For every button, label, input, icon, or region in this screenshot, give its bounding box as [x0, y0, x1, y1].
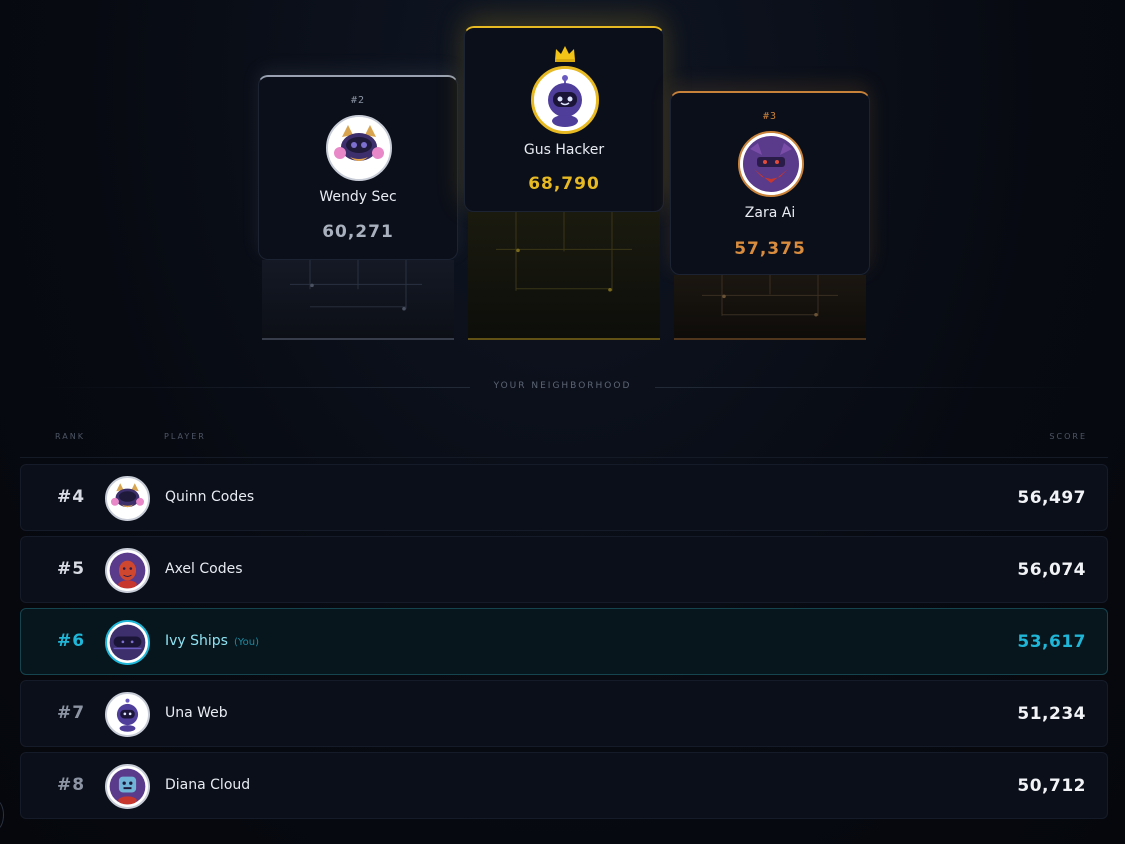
podium-base-second — [262, 260, 454, 340]
podium: #2 Wendy Sec 60,271 Gus Hacker 68,790 #3… — [0, 0, 1125, 360]
row-player-name: Una Web — [165, 705, 228, 721]
player-name-text: Ivy Ships — [165, 633, 228, 649]
podium-card-second[interactable]: #2 Wendy Sec 60,271 — [258, 75, 458, 260]
demon-avatar — [105, 548, 150, 593]
podium-player-name: Gus Hacker — [523, 142, 605, 158]
row-score: 53,617 — [1017, 632, 1086, 652]
row-score: 51,234 — [1017, 704, 1086, 724]
podium-card-third[interactable]: #3 Zara Ai 57,375 — [670, 91, 870, 275]
robot-avatar — [531, 66, 599, 134]
podium-player-score: 68,790 — [528, 174, 600, 194]
row-score: 56,074 — [1017, 560, 1086, 580]
row-rank: #7 — [56, 703, 86, 723]
table-row[interactable]: #4 Quinn Codes 56,497 — [20, 464, 1108, 531]
podium-player-name: Wendy Sec — [319, 189, 397, 205]
podium-player-name: Zara Ai — [744, 205, 796, 221]
table-row[interactable]: #8 Diana Cloud 50,712 — [20, 752, 1108, 819]
podium-rank-label: #2 — [350, 95, 366, 106]
podium-card-first[interactable]: Gus Hacker 68,790 — [464, 26, 664, 212]
row-player-name: Diana Cloud — [165, 777, 251, 793]
robot-avatar — [105, 692, 150, 737]
crown-icon — [555, 46, 575, 62]
podium-player-score: 60,271 — [322, 222, 394, 242]
scroll-handle[interactable] — [0, 800, 4, 830]
header-player: PLAYER — [164, 432, 206, 441]
row-rank: #4 — [56, 487, 86, 507]
helmet-avatar — [105, 620, 150, 665]
section-label: YOUR NEIGHBORHOOD — [493, 381, 632, 391]
row-score: 56,497 — [1017, 488, 1086, 508]
podium-rank-label: #3 — [762, 111, 778, 122]
row-player-name: Quinn Codes — [165, 489, 255, 505]
divider-line — [655, 387, 1085, 388]
table-row-current-user[interactable]: #6 Ivy Ships (You) 53,617 — [20, 608, 1108, 675]
row-player-name: Ivy Ships (You) — [165, 633, 259, 649]
section-divider: YOUR NEIGHBORHOOD — [40, 380, 1085, 394]
table-row[interactable]: #5 Axel Codes 56,074 — [20, 536, 1108, 603]
row-player-name: Axel Codes — [165, 561, 243, 577]
table-header: RANK PLAYER SCORE — [20, 430, 1108, 458]
header-score: SCORE — [1049, 432, 1087, 441]
cyborg-avatar — [105, 764, 150, 809]
row-rank: #5 — [56, 559, 86, 579]
header-rank: RANK — [55, 432, 85, 441]
ninja-avatar — [738, 131, 804, 197]
alien-cat-avatar — [326, 115, 392, 181]
you-tag: (You) — [233, 637, 260, 648]
row-rank: #8 — [56, 775, 86, 795]
podium-base-first — [468, 212, 660, 340]
row-rank: #6 — [56, 631, 86, 651]
podium-player-score: 57,375 — [734, 239, 806, 259]
podium-base-third — [674, 275, 866, 340]
table-row[interactable]: #7 Una Web 51,234 — [20, 680, 1108, 747]
alien-cat-avatar — [105, 476, 150, 521]
row-score: 50,712 — [1017, 776, 1086, 796]
